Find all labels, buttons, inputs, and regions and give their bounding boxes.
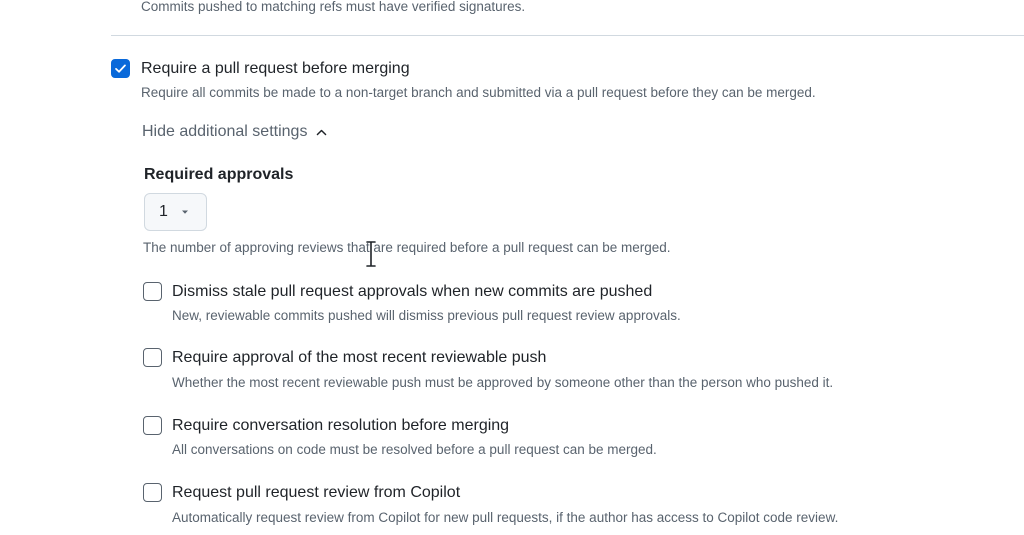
signed-commits-description: Commits pushed to matching refs must hav… <box>141 0 526 14</box>
require-pull-request-checkbox[interactable] <box>111 59 130 78</box>
dismiss-stale-approvals-title: Dismiss stale pull request approvals whe… <box>172 283 653 300</box>
copilot-review-checkbox[interactable] <box>143 483 162 502</box>
toggle-label: Hide additional settings <box>142 123 308 140</box>
require-pull-request-description: Require all commits be made to a non-tar… <box>141 85 816 100</box>
text-cursor-icon <box>366 241 376 267</box>
require-latest-push-approval-checkbox[interactable] <box>143 348 162 367</box>
section-divider <box>111 35 1024 36</box>
require-conversation-resolution-title: Require conversation resolution before m… <box>172 417 510 434</box>
copilot-review-title: Request pull request review from Copilot <box>172 484 461 501</box>
dismiss-stale-approvals-checkbox[interactable] <box>143 282 162 301</box>
hide-additional-settings-toggle[interactable]: Hide additional settings <box>142 122 328 142</box>
caret-down-icon <box>181 210 188 214</box>
require-conversation-resolution-checkbox[interactable] <box>143 416 162 435</box>
require-latest-push-approval-description: Whether the most recent reviewable push … <box>172 375 834 390</box>
required-approvals-help: The number of approving reviews that are… <box>143 240 671 255</box>
chevron-up-icon <box>317 129 327 135</box>
require-pull-request-title: Require a pull request before merging <box>141 60 410 77</box>
require-latest-push-approval-title: Require approval of the most recent revi… <box>172 349 547 366</box>
checkmark-icon <box>115 64 126 73</box>
required-approvals-select[interactable]: 1 <box>144 193 207 231</box>
required-approvals-label: Required approvals <box>144 166 294 183</box>
branch-ruleset-settings: Commits pushed to matching refs must hav… <box>0 0 1024 535</box>
required-approvals-value: 1 <box>159 203 168 220</box>
copilot-review-description: Automatically request review from Copilo… <box>172 510 839 525</box>
dismiss-stale-approvals-description: New, reviewable commits pushed will dism… <box>172 308 681 323</box>
require-conversation-resolution-description: All conversations on code must be resolv… <box>172 442 657 457</box>
